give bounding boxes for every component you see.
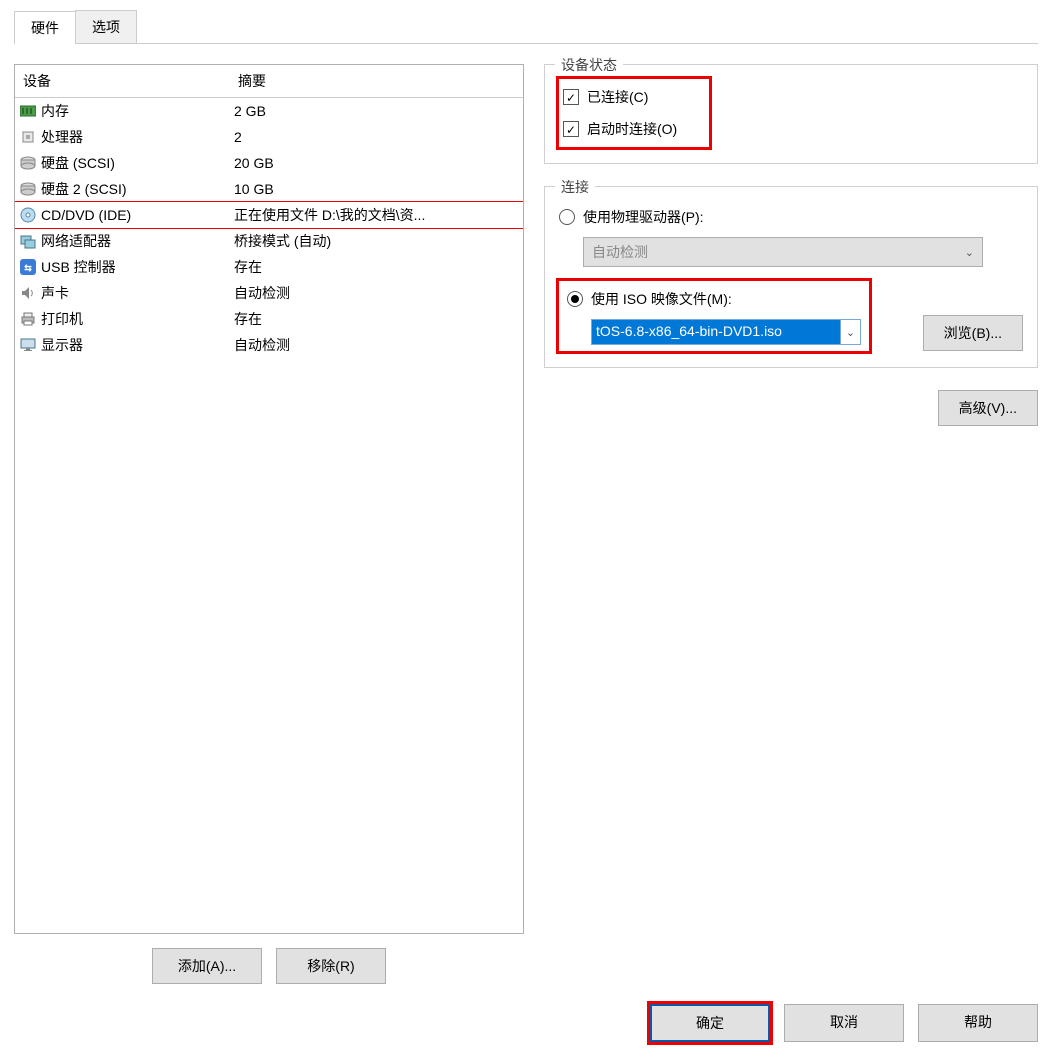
display-icon [19, 337, 37, 353]
browse-button[interactable]: 浏览(B)... [923, 315, 1023, 351]
device-name: USB 控制器 [41, 257, 116, 277]
device-row[interactable]: 硬盘 2 (SCSI) 10 GB [15, 176, 523, 202]
physical-drive-value: 自动检测 [592, 242, 648, 262]
header-summary[interactable]: 摘要 [230, 65, 523, 97]
device-row[interactable]: 硬盘 (SCSI) 20 GB [15, 150, 523, 176]
device-name: 打印机 [41, 309, 83, 329]
device-name: 声卡 [41, 283, 69, 303]
tab-hardware[interactable]: 硬件 [14, 11, 76, 44]
checkbox-connect-at-poweron[interactable]: 启动时连接(O) [563, 113, 705, 145]
device-row[interactable]: 显示器 自动检测 [15, 332, 523, 358]
device-status-group: 设备状态 已连接(C) 启动时连接(O) [544, 64, 1038, 164]
device-name: 硬盘 2 (SCSI) [41, 179, 127, 199]
checkbox-poweron-label: 启动时连接(O) [587, 119, 677, 139]
checkbox-icon [563, 89, 579, 105]
radio-physical-drive[interactable]: 使用物理驱动器(P): [559, 201, 1023, 233]
printer-icon [19, 311, 37, 327]
remove-button[interactable]: 移除(R) [276, 948, 386, 984]
sound-icon [19, 285, 37, 301]
physical-drive-dropdown: 自动检测 ⌄ [583, 237, 983, 267]
iso-file-value: tOS-6.8-x86_64-bin-DVD1.iso [592, 320, 840, 344]
cpu-icon [19, 129, 37, 145]
device-summary: 10 GB [234, 181, 519, 197]
connection-group: 连接 使用物理驱动器(P): 自动检测 ⌄ 使用 ISO 映像文件(M): tO… [544, 186, 1038, 368]
device-summary: 正在使用文件 D:\我的文档\资... [234, 205, 519, 225]
advanced-button[interactable]: 高级(V)... [938, 390, 1038, 426]
device-row[interactable]: CD/DVD (IDE) 正在使用文件 D:\我的文档\资... [15, 202, 523, 228]
ok-button[interactable]: 确定 [650, 1004, 770, 1042]
tabs-bar: 硬件 选项 [0, 0, 1052, 44]
add-button[interactable]: 添加(A)... [152, 948, 262, 984]
device-summary: 2 GB [234, 103, 519, 119]
device-status-legend: 设备状态 [555, 55, 623, 75]
help-button[interactable]: 帮助 [918, 1004, 1038, 1042]
device-row[interactable]: 内存 2 GB [15, 98, 523, 124]
device-name: 内存 [41, 101, 69, 121]
device-name: 处理器 [41, 127, 83, 147]
device-name: CD/DVD (IDE) [41, 207, 131, 223]
device-summary: 存在 [234, 257, 519, 277]
cancel-button[interactable]: 取消 [784, 1004, 904, 1042]
iso-file-dropdown[interactable]: tOS-6.8-x86_64-bin-DVD1.iso ⌄ [591, 319, 861, 345]
cd-icon [19, 207, 37, 223]
memory-icon [19, 103, 37, 119]
device-name: 网络适配器 [41, 231, 111, 251]
network-icon [19, 233, 37, 249]
radio-iso-file[interactable]: 使用 ISO 映像文件(M): [567, 287, 861, 311]
device-row[interactable]: 网络适配器 桥接模式 (自动) [15, 228, 523, 254]
disk-icon [19, 155, 37, 171]
device-name: 硬盘 (SCSI) [41, 153, 115, 173]
device-summary: 20 GB [234, 155, 519, 171]
device-summary: 桥接模式 (自动) [234, 231, 519, 251]
connection-legend: 连接 [555, 177, 595, 197]
checkbox-connected-label: 已连接(C) [587, 87, 648, 107]
radio-icon [559, 209, 575, 225]
device-row[interactable]: 处理器 2 [15, 124, 523, 150]
device-summary: 自动检测 [234, 335, 519, 355]
radio-icon [567, 291, 583, 307]
device-summary: 存在 [234, 309, 519, 329]
checkbox-icon [563, 121, 579, 137]
chevron-down-icon: ⌄ [965, 246, 974, 259]
checkbox-connected[interactable]: 已连接(C) [563, 81, 705, 113]
dialog-buttons: 确定 取消 帮助 [0, 994, 1052, 1062]
chevron-down-icon: ⌄ [840, 320, 860, 344]
radio-physical-label: 使用物理驱动器(P): [583, 207, 704, 227]
device-list: 设备 摘要 内存 2 GB 处理器 2 硬盘 (SCSI) 20 GB 硬盘 2 (SCSI… [14, 64, 524, 934]
device-summary: 2 [234, 129, 519, 145]
usb-icon: ⇆ [19, 259, 37, 275]
device-list-header: 设备 摘要 [15, 65, 523, 98]
device-summary: 自动检测 [234, 283, 519, 303]
device-row[interactable]: 声卡 自动检测 [15, 280, 523, 306]
device-row[interactable]: ⇆ USB 控制器 存在 [15, 254, 523, 280]
tab-options[interactable]: 选项 [75, 10, 137, 43]
svg-text:⇆: ⇆ [24, 263, 32, 273]
device-name: 显示器 [41, 335, 83, 355]
header-device[interactable]: 设备 [15, 65, 230, 97]
radio-iso-label: 使用 ISO 映像文件(M): [591, 289, 732, 309]
device-row[interactable]: 打印机 存在 [15, 306, 523, 332]
disk-icon [19, 181, 37, 197]
